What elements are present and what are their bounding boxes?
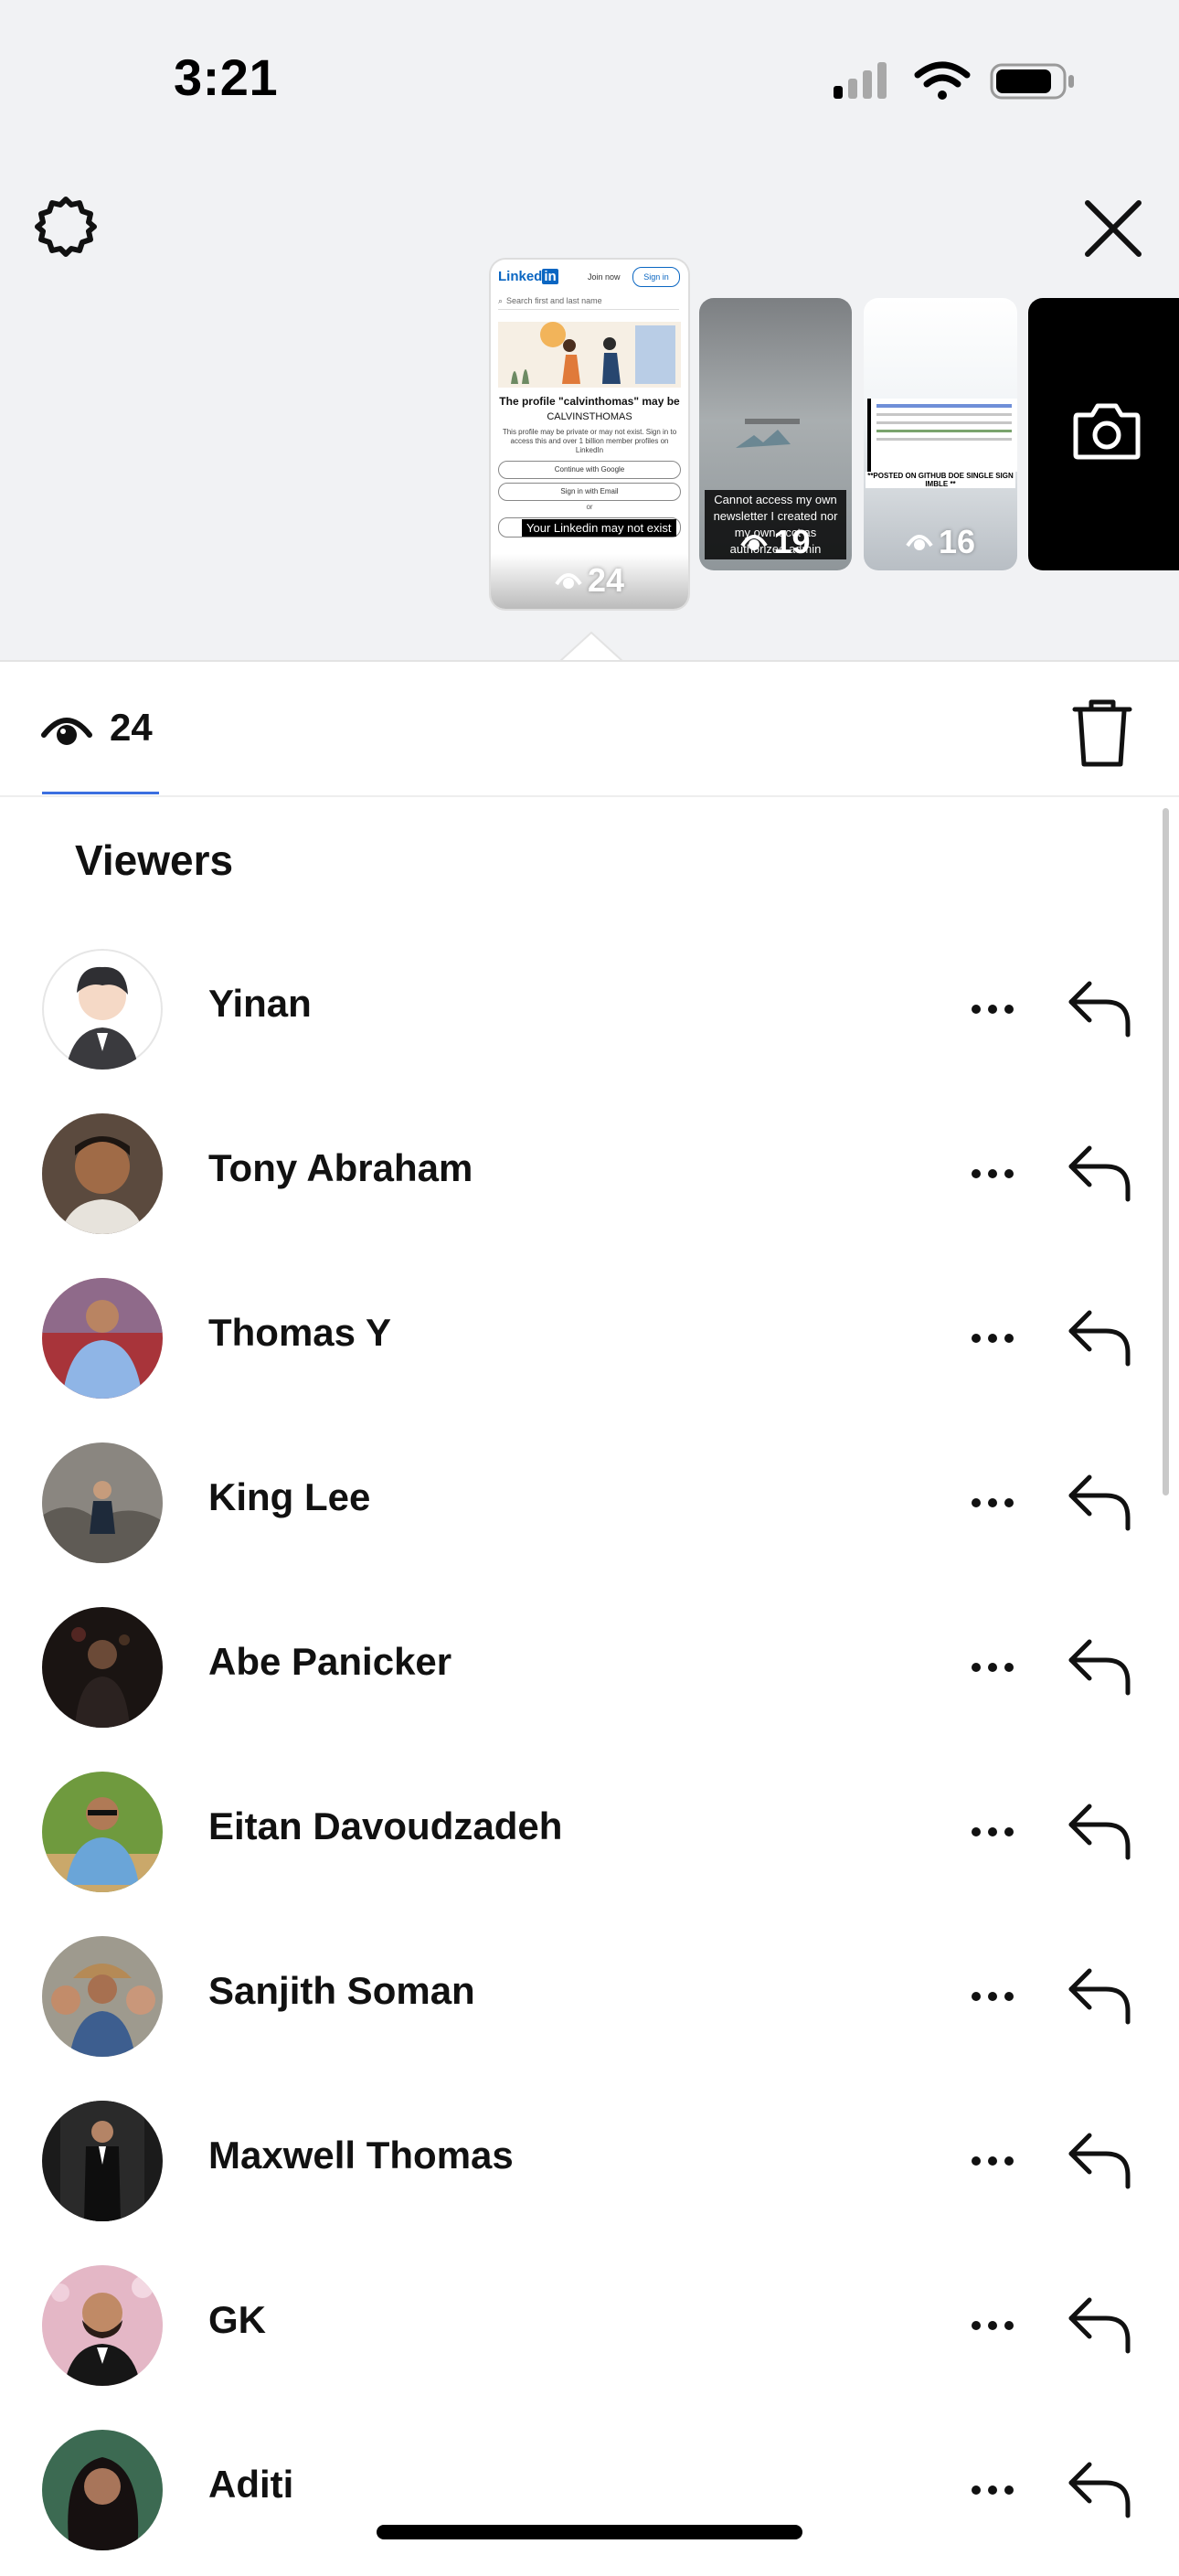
linkedin-logo: Linked in [498, 269, 558, 284]
profile-body: This profile may be private or may not e… [502, 428, 677, 454]
reply-icon[interactable] [1064, 1464, 1137, 1538]
signal-icon [834, 62, 887, 99]
more-icon[interactable] [969, 1976, 1016, 2017]
eye-icon [41, 718, 92, 745]
more-icon[interactable] [969, 2470, 1016, 2510]
selection-pointer [559, 631, 623, 662]
viewer-name: Abe Panicker [208, 1640, 452, 1683]
more-icon[interactable] [969, 1318, 1016, 1358]
eye-icon [555, 573, 582, 589]
avatar[interactable] [42, 1442, 163, 1563]
reply-icon[interactable] [1064, 2287, 1137, 2360]
or-text: or [586, 503, 593, 511]
story-thumbnail[interactable]: **POSTED ON GITHUB DOE SINGLE SIGN IMBLE… [864, 298, 1017, 570]
avatar[interactable] [42, 1113, 163, 1234]
more-icon[interactable] [969, 1812, 1016, 1852]
search-icon: ⌕ [498, 296, 504, 305]
gear-icon[interactable] [33, 194, 99, 260]
viewer-name: King Lee [208, 1475, 371, 1518]
viewer-row[interactable]: Thomas Y [0, 1260, 1179, 1424]
status-icons [834, 61, 1074, 100]
more-icon[interactable] [969, 989, 1016, 1029]
close-icon[interactable] [1078, 194, 1148, 263]
stats-row: 24 [0, 662, 1179, 795]
reply-icon[interactable] [1064, 1958, 1137, 2031]
google-button: Continue with Google [498, 461, 681, 479]
avatar[interactable] [42, 1936, 163, 2057]
viewer-row[interactable]: Aditi [0, 2411, 1179, 2576]
avatar[interactable] [42, 2101, 163, 2221]
viewer-row[interactable]: Eitan Davoudzadeh [0, 1753, 1179, 1918]
status-time: 3:21 [174, 48, 279, 106]
avatar[interactable] [42, 1278, 163, 1399]
thumb-views: 16 [864, 523, 1017, 561]
viewer-row[interactable]: King Lee [0, 1424, 1179, 1589]
viewers-sheet: 24 Viewers Yinan Tony Abraham Thomas Y K… [0, 660, 1179, 2558]
thumb-views: 24 [491, 561, 688, 600]
viewer-name: Sanjith Soman [208, 1969, 475, 2012]
more-icon[interactable] [969, 1647, 1016, 1687]
viewer-row[interactable]: GK [0, 2247, 1179, 2411]
viewer-name: Thomas Y [208, 1311, 391, 1354]
viewer-name: Tony Abraham [208, 1146, 473, 1189]
viewer-row[interactable]: Abe Panicker [0, 1589, 1179, 1753]
reply-icon[interactable] [1064, 1794, 1137, 1867]
story-thumbnail[interactable]: Cannot access my own newsletter I create… [699, 298, 852, 570]
screenshot-content [867, 399, 1017, 472]
view-count: 24 [110, 706, 153, 749]
viewer-name: Eitan Davoudzadeh [208, 1804, 563, 1847]
divider [0, 795, 1179, 797]
paper-doodle [727, 417, 818, 448]
trash-icon[interactable] [1069, 697, 1135, 770]
eye-icon [906, 535, 933, 550]
add-story-camera[interactable] [1028, 298, 1179, 570]
viewer-row[interactable]: Tony Abraham [0, 1095, 1179, 1260]
more-icon[interactable] [969, 2141, 1016, 2181]
wifi-icon [914, 61, 971, 100]
avatar[interactable] [42, 2265, 163, 2386]
join-now-link: Join now [588, 272, 621, 282]
battery-icon [990, 63, 1074, 100]
avatar[interactable] [42, 2430, 163, 2550]
reply-icon[interactable] [1064, 2123, 1137, 2196]
viewer-row[interactable]: Sanjith Soman [0, 1918, 1179, 2082]
more-icon[interactable] [969, 1154, 1016, 1194]
sign-in-pill: Sign in [632, 267, 680, 287]
camera-icon [1073, 403, 1141, 460]
search-bar: ⌕ Search first and last name [498, 293, 679, 310]
more-icon[interactable] [969, 2305, 1016, 2346]
viewer-row[interactable]: Maxwell Thomas [0, 2082, 1179, 2247]
avatar[interactable] [42, 949, 163, 1070]
profile-heading: The profile "calvinthomas" may be [499, 395, 680, 408]
viewer-name: Maxwell Thomas [208, 2134, 514, 2177]
thumb-views: 19 [699, 523, 852, 561]
reply-icon[interactable] [1064, 2452, 1137, 2525]
viewer-name: Aditi [208, 2463, 294, 2506]
viewer-name: GK [208, 2298, 266, 2341]
reply-icon[interactable] [1064, 1300, 1137, 1373]
story-thumbnail-selected[interactable]: Linked in Join now Sign in ⌕ Search first … [491, 260, 688, 609]
email-button: Sign in with Email [498, 483, 681, 501]
reply-icon[interactable] [1064, 1135, 1137, 1208]
story-header: 3:21 Linked in Join now Sign in ⌕ Search… [0, 0, 1179, 662]
profile-handle: CALVINSTHOMAS [547, 411, 632, 422]
story-caption: **POSTED ON GITHUB DOE SINGLE SIGN IMBLE… [866, 472, 1015, 488]
viewers-title: Viewers [75, 836, 234, 884]
story-caption: Your Linkedin may not exist [522, 519, 676, 537]
more-icon[interactable] [969, 1483, 1016, 1523]
home-indicator[interactable] [377, 2525, 802, 2539]
eye-icon [740, 535, 769, 550]
avatar[interactable] [42, 1772, 163, 1892]
illustration [498, 322, 681, 388]
reply-icon[interactable] [1064, 1629, 1137, 1702]
avatar[interactable] [42, 1607, 163, 1728]
viewer-name: Yinan [208, 982, 312, 1025]
viewer-row[interactable]: Yinan [0, 931, 1179, 1095]
active-tab-indicator [42, 792, 159, 794]
reply-icon[interactable] [1064, 971, 1137, 1044]
